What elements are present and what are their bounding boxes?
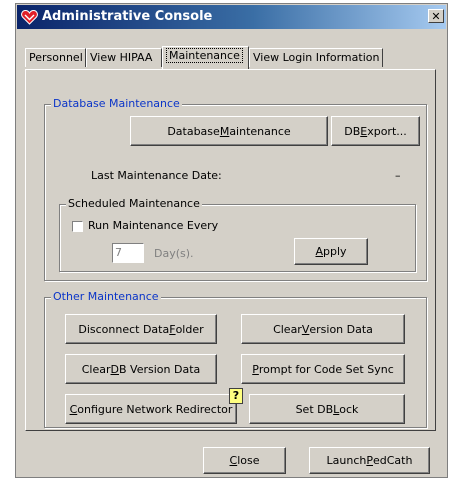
prompt-for-code-set-sync-button[interactable]: Prompt for Code Set Sync — [241, 354, 405, 384]
disconnect-data-folder-button[interactable]: Disconnect Data Folder — [65, 314, 217, 344]
close-button[interactable]: Close — [203, 447, 286, 474]
database-maintenance-button-label-rest: aintenance — [229, 124, 291, 138]
days-unit-label: Day(s). — [154, 247, 194, 260]
apply-button-label-rest: pply — [323, 245, 347, 258]
clear-db-version-data-label-rest: B Version Data — [119, 362, 201, 376]
db-export-button-accel: E — [360, 124, 368, 138]
tab-personnel[interactable]: Personnel — [25, 48, 86, 67]
clear-db-version-data-button[interactable]: Clear DB Version Data — [65, 354, 217, 384]
set-db-lock-label-rest: ock — [339, 402, 359, 416]
tab-personnel-label: Personnel — [29, 51, 83, 64]
prompt-code-set-sync-accel: P — [252, 362, 259, 376]
tab-maintenance[interactable]: Maintenance — [162, 46, 249, 69]
set-db-lock-label: Set DB — [295, 402, 334, 416]
prompt-code-set-sync-label-rest: rompt for Code Set Sync — [258, 362, 394, 376]
configure-network-redirector-label-rest: onfigure Network Redirector — [77, 402, 233, 416]
apply-button[interactable]: Apply — [294, 238, 368, 265]
configure-network-redirector-accel: C — [69, 402, 78, 416]
window-close-button[interactable]: ✕ — [428, 9, 444, 23]
tab-maintenance-label: Maintenance — [166, 48, 243, 63]
help-icon[interactable]: ? — [229, 388, 243, 404]
launch-pedcath-label-rest: edCath — [373, 454, 413, 467]
window-title: Administrative Console — [42, 9, 213, 24]
db-export-button-label-rest: xport... — [367, 124, 407, 138]
clear-db-version-data-label: Clear — [81, 362, 111, 376]
launch-pedcath-accel: P — [366, 454, 373, 467]
tab-view-hipaa[interactable]: View HIPAA — [86, 48, 162, 67]
tab-view-login-information[interactable]: View Login Information — [249, 48, 383, 67]
heart-icon — [21, 9, 38, 25]
title-bar[interactable]: Administrative Console ✕ — [17, 5, 446, 29]
close-icon: ✕ — [431, 10, 441, 23]
db-export-button[interactable]: DB Export... — [331, 116, 420, 146]
run-maintenance-checkbox[interactable] — [72, 221, 83, 232]
clear-version-data-button[interactable]: Clear Version Data — [241, 314, 405, 344]
database-maintenance-legend: Database Maintenance — [51, 97, 182, 110]
launch-pedcath-label: Launch — [326, 454, 367, 467]
run-maintenance-label[interactable]: Run Maintenance Every — [88, 219, 218, 232]
disconnect-data-folder-label: Disconnect Data — [78, 322, 170, 336]
maintenance-tab-panel: Database Maintenance Database Maintenanc… — [25, 69, 436, 431]
last-maintenance-date-label: Last Maintenance Date: — [91, 169, 222, 182]
configure-network-redirector-button[interactable]: Configure Network Redirector — [65, 394, 237, 424]
disconnect-data-folder-label-rest: older — [175, 322, 204, 336]
tab-view-login-information-label: View Login Information — [253, 51, 380, 64]
scheduled-maintenance-legend: Scheduled Maintenance — [66, 197, 202, 210]
tab-view-hipaa-label: View HIPAA — [90, 51, 153, 64]
other-maintenance-group: Other Maintenance Disconnect Data Folder… — [44, 290, 427, 428]
database-maintenance-button-label: Database — [167, 124, 220, 138]
database-maintenance-button-accel: M — [219, 124, 230, 138]
close-button-label-rest: lose — [237, 454, 260, 467]
clear-version-data-accel: V — [301, 322, 310, 336]
tab-strip: Personnel View HIPAA Maintenance View Lo… — [25, 46, 425, 70]
maintenance-days-input[interactable]: 7 — [112, 243, 144, 263]
database-maintenance-group: Database Maintenance Database Maintenanc… — [44, 97, 427, 281]
database-maintenance-button[interactable]: Database Maintenance — [130, 116, 328, 146]
launch-pedcath-button[interactable]: Launch PedCath — [309, 447, 430, 474]
admin-console-window: Administrative Console ✕ Personnel View … — [15, 3, 448, 478]
clear-version-data-label-rest: ersion Data — [309, 322, 373, 336]
db-export-button-label: DB — [344, 124, 361, 138]
close-button-accel: C — [229, 454, 238, 467]
other-maintenance-legend: Other Maintenance — [51, 290, 161, 303]
set-db-lock-button[interactable]: Set DB Lock — [249, 394, 405, 424]
scheduled-maintenance-group: Scheduled Maintenance Run Maintenance Ev… — [59, 197, 416, 272]
apply-button-accel: A — [315, 245, 323, 258]
clear-db-version-data-accel: D — [110, 362, 119, 376]
clear-version-data-label: Clear — [273, 322, 302, 336]
last-maintenance-date-value: – — [395, 169, 401, 182]
